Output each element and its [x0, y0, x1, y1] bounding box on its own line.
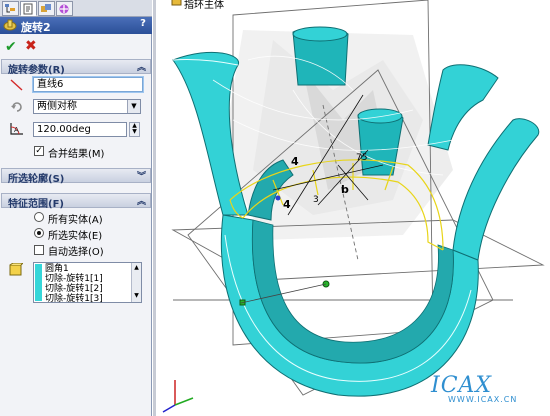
auto-select-checkbox[interactable] [34, 245, 44, 255]
property-manager-tab[interactable] [20, 1, 37, 16]
feature-manager-tab[interactable] [2, 1, 19, 16]
selected-contours-header[interactable]: 所选轮廓(S) ︾ [1, 168, 151, 185]
manager-tab-bar [0, 0, 152, 17]
feature-title: 旋转2 [21, 21, 51, 34]
all-bodies-label: 所有实体(A) [48, 215, 103, 226]
selected-bodies-label: 所选实体(E) [48, 231, 103, 242]
solid-body-icon [9, 262, 25, 280]
feature-header: 旋转2 ? [0, 17, 152, 34]
expand-chevron-icon[interactable]: ︾ [137, 169, 146, 182]
merge-result-checkbox[interactable]: ✓ [34, 146, 44, 156]
dim-label[interactable]: 75 [356, 153, 367, 163]
origin-point[interactable] [275, 195, 281, 201]
part-icon[interactable] [171, 0, 182, 6]
angle-icon: A [9, 121, 25, 139]
dimxpert-icon [59, 4, 69, 14]
list-item[interactable]: 切除-旋转1[3] [45, 294, 103, 304]
angle-spinner[interactable]: ▲ ▼ [129, 122, 140, 137]
list-item[interactable]: 圆角1 [45, 264, 69, 274]
list-item[interactable]: 切除-旋转1[1] [45, 274, 103, 284]
scroll-down-icon[interactable]: ▼ [132, 291, 141, 300]
selected-contours-title: 所选轮廓(S) [8, 174, 65, 185]
feature-tree-icon [5, 4, 15, 13]
dimxpert-tab[interactable] [56, 1, 73, 16]
property-manager-panel: 旋转2 ? ✔ ✖ 旋转参数(R) ︽ 直线6 两侧对称 ▼ A 120.00d… [0, 0, 152, 416]
list-item[interactable]: 切除-旋转1[2] [45, 284, 103, 294]
view-triad-icon [162, 380, 194, 413]
scroll-up-icon[interactable]: ▲ [132, 263, 141, 272]
graphics-viewport[interactable]: 4 b 4 3 75 指环主体 ICAX WWW.ICAX.CN [153, 0, 550, 416]
auto-select-label: 自动选择(O) [48, 247, 104, 258]
dim-label[interactable]: 4 [283, 198, 291, 211]
revolve-type-value: 两侧对称 [37, 101, 77, 112]
list-scrollbar[interactable]: ▲ ▼ [131, 263, 141, 302]
revolve-type-select[interactable]: 两侧对称 ▼ [33, 99, 141, 114]
configuration-icon [41, 4, 51, 12]
reverse-direction-icon[interactable] [10, 100, 24, 116]
spin-down-icon[interactable]: ▼ [130, 129, 139, 135]
axis-selection-field[interactable]: 直线6 [32, 76, 144, 93]
help-button[interactable]: ? [137, 18, 149, 30]
ok-check-icon[interactable]: ✔ [5, 39, 17, 55]
action-row: ✔ ✖ [0, 34, 152, 56]
dim-label[interactable]: 3 [313, 195, 319, 205]
property-manager-icon [23, 3, 33, 15]
ring-model: 4 b 4 3 75 [162, 0, 545, 413]
rotate-params-title: 旋转参数(R) [8, 65, 65, 76]
collapse-chevron-icon[interactable]: ︽ [137, 194, 146, 207]
configuration-manager-tab[interactable] [38, 1, 55, 16]
collapse-chevron-icon[interactable]: ︽ [137, 60, 146, 73]
cancel-x-icon[interactable]: ✖ [25, 38, 37, 54]
all-bodies-radio[interactable] [34, 212, 44, 222]
svg-text:A: A [14, 126, 19, 134]
bodies-list[interactable]: 圆角1 切除-旋转1[1] 切除-旋转1[2] 切除-旋转1[3] ▲ ▼ [33, 262, 142, 304]
feature-scope-title: 特征范围(F) [8, 199, 64, 210]
angle-input[interactable]: 120.00deg [33, 122, 127, 137]
axis-line-icon [10, 79, 24, 94]
dim-label[interactable]: b [341, 183, 349, 196]
revolve-feature-icon [3, 18, 18, 35]
rotate-params-header[interactable]: 旋转参数(R) ︽ [1, 59, 151, 76]
merge-result-label: 合并结果(M) [48, 149, 105, 160]
watermark-url: WWW.ICAX.CN [448, 395, 518, 404]
tree-flyout-label[interactable]: 指环主体 [184, 0, 224, 11]
dim-label[interactable]: 4 [291, 155, 299, 168]
feature-scope-header[interactable]: 特征范围(F) ︽ [1, 193, 151, 210]
list-selection-bar [35, 264, 42, 301]
selected-bodies-radio[interactable] [34, 228, 44, 238]
dropdown-arrow-icon[interactable]: ▼ [127, 100, 140, 113]
